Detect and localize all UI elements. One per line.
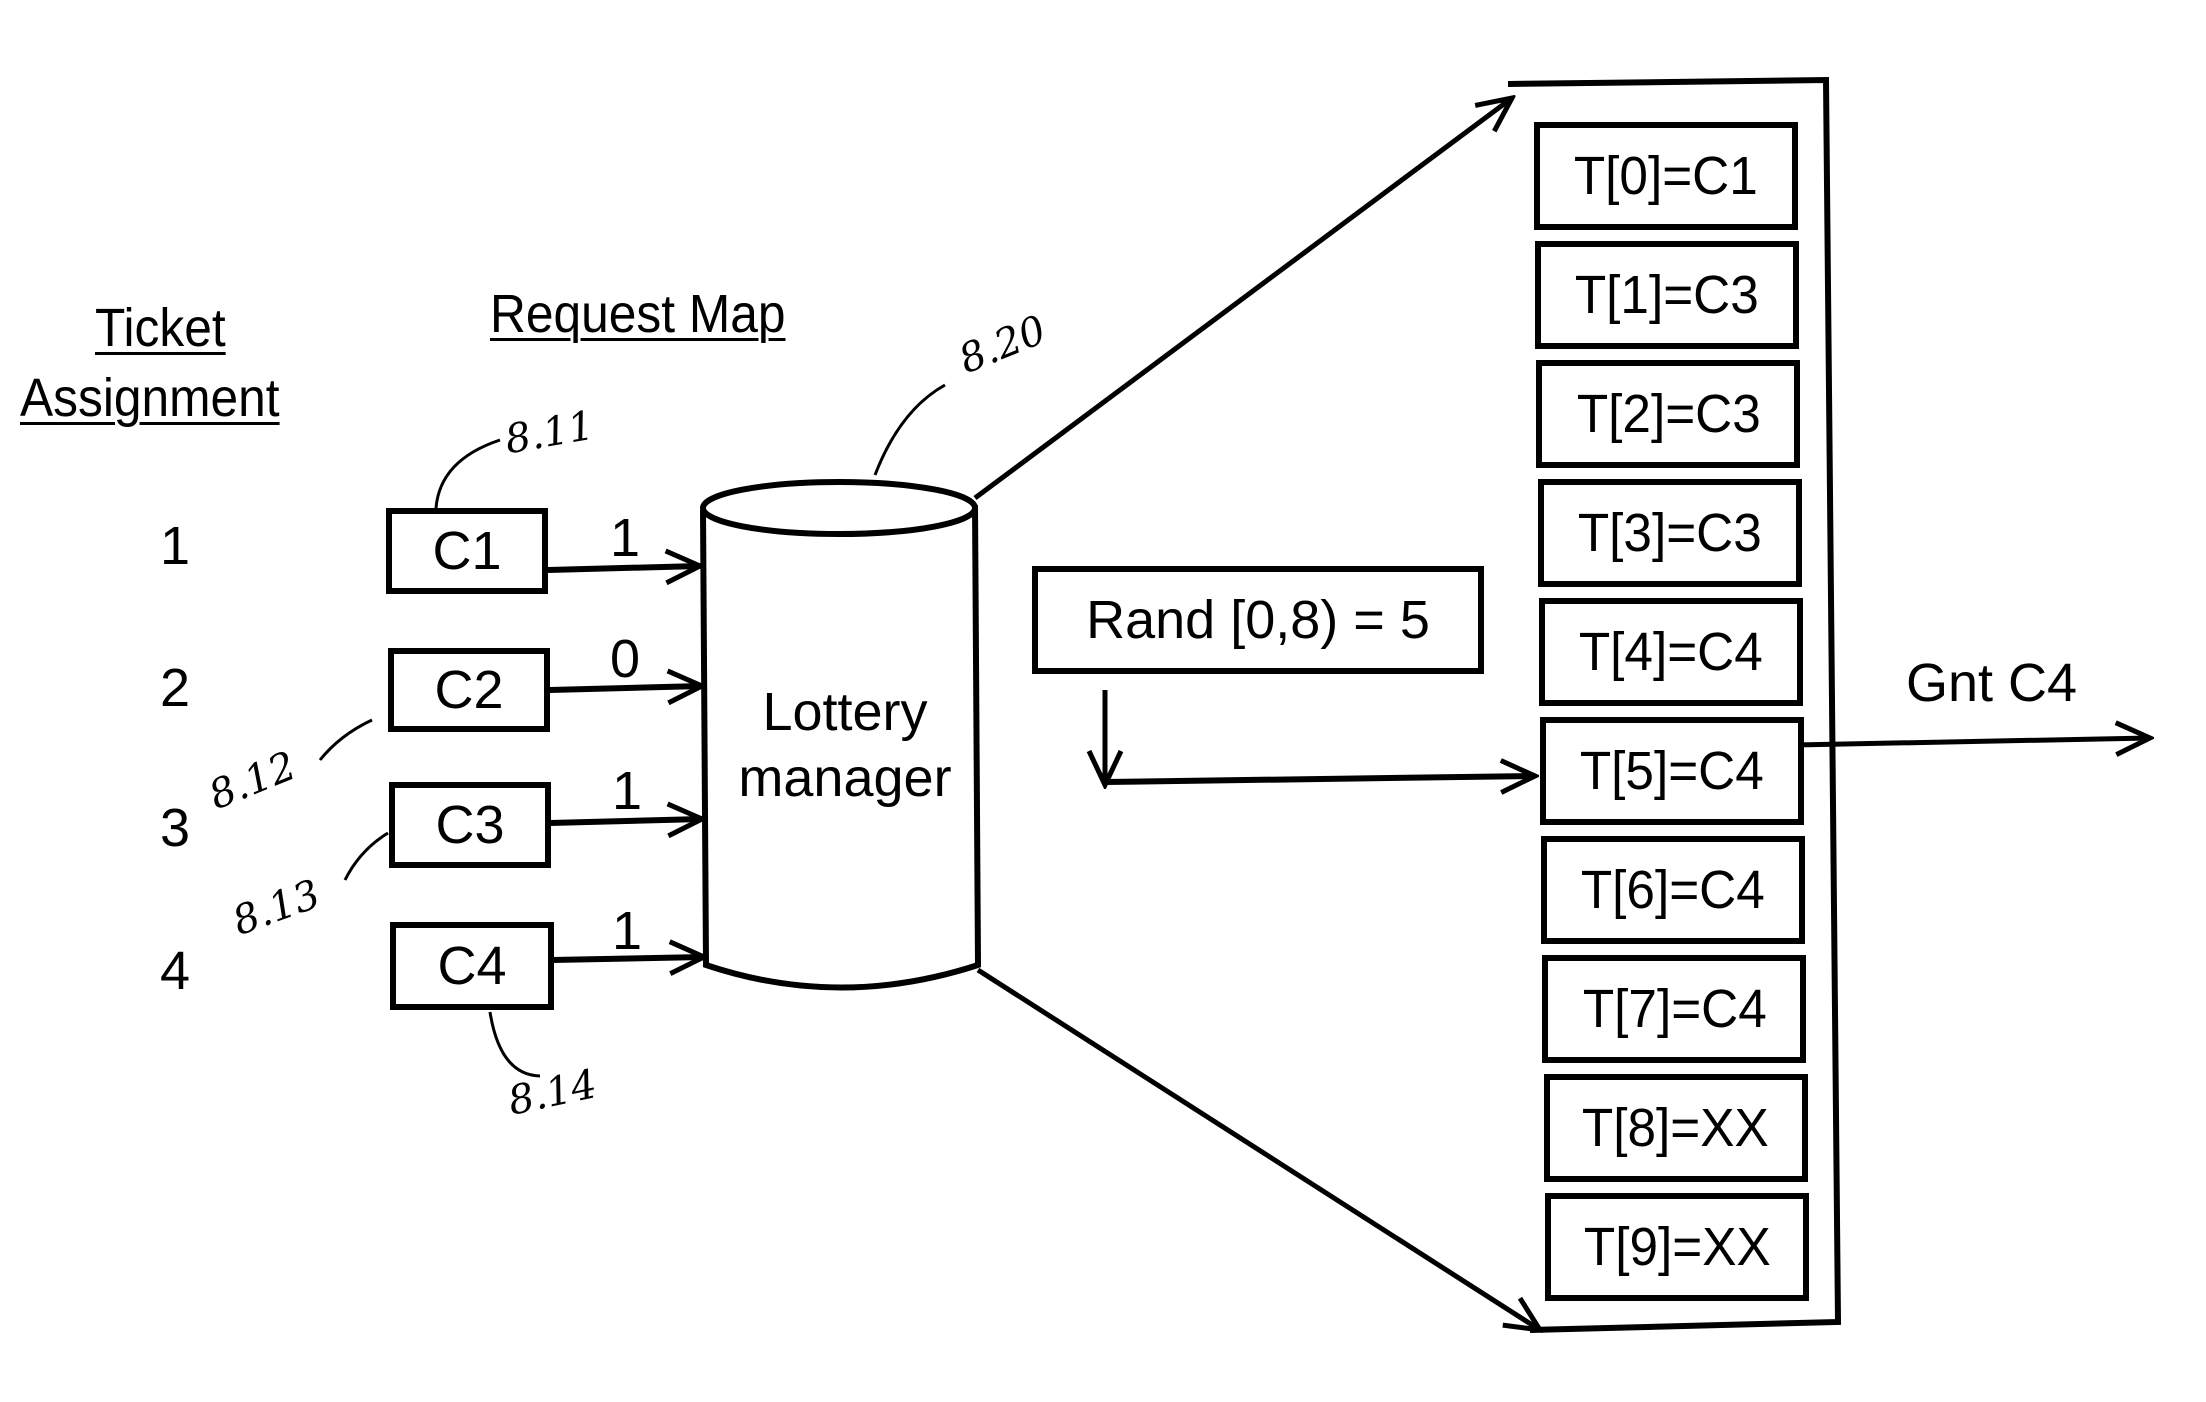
lottery-manager-label-line1: Lottery (762, 682, 928, 742)
ticket-entry: T[0]=C1 (1534, 122, 1798, 230)
ref-leader-8-13 (343, 831, 389, 881)
ticket-entry-label: T[8]=XX (1582, 1098, 1769, 1158)
lottery-manager-label-line2: manager (738, 747, 952, 808)
ticket-entry: T[9]=XX (1544, 1193, 1809, 1301)
ticket-entry-label: T[3]=C3 (1577, 503, 1762, 563)
rand-select-arrow (1104, 776, 1535, 782)
ticket-entry-label: T[6]=C4 (1581, 860, 1766, 920)
ticket-number: 4 (160, 941, 191, 1001)
ref-leader-8-14 (488, 1011, 541, 1078)
lottery-manager-label: Lottery manager (720, 680, 970, 812)
ticket-entry: T[6]=C4 (1541, 836, 1806, 944)
request-value: 1 (610, 508, 641, 568)
client-box-c4: C4 (390, 922, 554, 1010)
client-label: C3 (435, 795, 505, 855)
ref-leader-8-11 (434, 438, 501, 509)
ticket-entry: T[2]=C3 (1536, 360, 1801, 468)
ticket-entry-label: T[1]=C3 (1575, 265, 1760, 325)
ticket-assignment-header: Ticket (95, 298, 226, 358)
ticket-entry: T[5]=C4 (1540, 717, 1804, 825)
ticket-assignment-header-line2: Assignment (20, 368, 280, 428)
ticket-number: 1 (160, 516, 191, 576)
grant-label: Gnt C4 (1906, 653, 2078, 713)
ref-leader-8-20 (873, 383, 946, 476)
ticket-entry-label: T[7]=C4 (1582, 979, 1767, 1039)
rand-label: Rand [0,8) = 5 (1086, 590, 1430, 650)
diagram-lines (318, 76, 2206, 1402)
ticket-number: 3 (160, 798, 191, 858)
ticket-entry: T[3]=C3 (1537, 479, 1802, 587)
client-label: C1 (432, 521, 502, 581)
ticket-entry: T[1]=C3 (1535, 241, 1800, 349)
ticket-entry: T[8]=XX (1543, 1074, 1808, 1182)
client-box-c3: C3 (389, 782, 551, 868)
ticket-entry-label: T[0]=C1 (1574, 146, 1758, 206)
client-label: C4 (437, 936, 507, 996)
expand-line-bottom (976, 967, 1540, 1330)
ticket-entry: T[7]=C4 (1542, 955, 1807, 1063)
grant-arrow (1794, 738, 2150, 745)
client-label: C2 (434, 660, 504, 720)
request-map-header: Request Map (490, 284, 786, 344)
client-box-c1: C1 (386, 508, 548, 594)
request-value: 0 (610, 629, 641, 689)
ticket-entry: T[4]=C4 (1538, 598, 1803, 706)
ticket-entry-label: T[2]=C3 (1576, 384, 1761, 444)
ref-leader-8-12 (318, 718, 373, 761)
ticket-entry-label: T[4]=C4 (1578, 622, 1763, 682)
expand-line-top (973, 98, 1512, 501)
request-value: 1 (612, 761, 643, 821)
ticket-entry-label: T[9]=XX (1583, 1217, 1771, 1277)
client-box-c2: C2 (388, 648, 550, 732)
rand-box: Rand [0,8) = 5 (1032, 566, 1484, 674)
ticket-number: 2 (160, 658, 191, 718)
request-value: 1 (612, 901, 643, 961)
ticket-entry-label: T[5]=C4 (1580, 741, 1764, 801)
